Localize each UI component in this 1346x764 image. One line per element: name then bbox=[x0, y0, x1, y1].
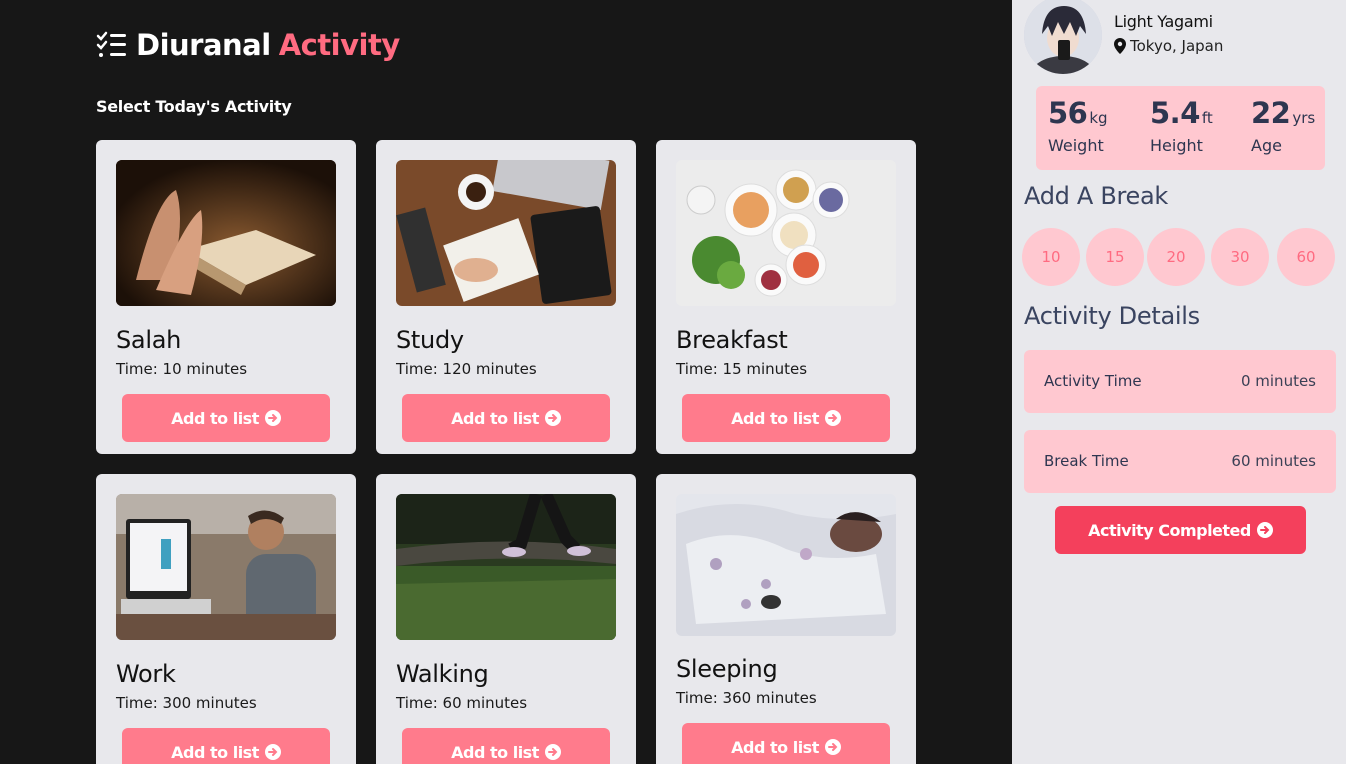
activity-image bbox=[676, 160, 896, 306]
activity-time: Time: 60 minutes bbox=[396, 694, 528, 712]
break-option-20[interactable]: 20 bbox=[1147, 228, 1205, 286]
stat-value: 56 bbox=[1048, 96, 1088, 130]
user-location: Tokyo, Japan bbox=[1114, 37, 1223, 55]
activity-completed-button[interactable]: Activity Completed bbox=[1055, 506, 1306, 554]
break-option-30[interactable]: 30 bbox=[1211, 228, 1269, 286]
activity-title: Work bbox=[116, 660, 176, 688]
activity-card-salah: Salah Time: 10 minutes Add to list bbox=[96, 140, 356, 454]
checklist-icon bbox=[96, 31, 126, 57]
add-to-list-button[interactable]: Add to list bbox=[122, 728, 330, 764]
activity-time-value: 0 minutes bbox=[1240, 372, 1316, 390]
section-subtitle: Select Today's Activity bbox=[96, 97, 292, 116]
brand-accent: Activity bbox=[278, 28, 401, 62]
activity-card-walking: Walking Time: 60 minutes Add to list bbox=[376, 474, 636, 764]
activity-time: Time: 300 minutes bbox=[116, 694, 257, 712]
stats-panel: 56 kg Weight 5.4 ft Height 22 yrs Age bbox=[1036, 86, 1325, 170]
add-button-label: Add to list bbox=[171, 742, 259, 762]
sidebar: Light Yagami Tokyo, Japan 56 kg Weight 5.… bbox=[1012, 0, 1346, 764]
break-option-60[interactable]: 60 bbox=[1277, 228, 1335, 286]
activity-card-work: Work Time: 300 minutes Add to list bbox=[96, 474, 356, 764]
user-name: Light Yagami bbox=[1114, 12, 1213, 31]
add-button-label: Add to list bbox=[171, 408, 259, 428]
activity-card-sleeping: Sleeping Time: 360 minutes Add to list bbox=[656, 474, 916, 764]
arrow-circle-right-icon bbox=[1256, 522, 1273, 538]
brand-logo: Diuranal Activity bbox=[96, 28, 400, 62]
add-button-label: Add to list bbox=[731, 737, 819, 757]
activity-time: Time: 360 minutes bbox=[676, 689, 817, 707]
add-to-list-button[interactable]: Add to list bbox=[122, 394, 330, 442]
activity-image bbox=[116, 160, 336, 306]
complete-button-label: Activity Completed bbox=[1088, 520, 1251, 540]
activity-title: Sleeping bbox=[676, 655, 778, 683]
activity-title: Salah bbox=[116, 326, 182, 354]
stat-unit: yrs bbox=[1292, 109, 1316, 127]
add-to-list-button[interactable]: Add to list bbox=[682, 723, 890, 764]
main-area: Diuranal Activity Select Today's Activit… bbox=[0, 0, 1012, 764]
arrow-circle-right-icon bbox=[544, 410, 561, 426]
stat-height: 5.4 ft Height bbox=[1150, 96, 1213, 155]
add-to-list-button[interactable]: Add to list bbox=[682, 394, 890, 442]
activity-image bbox=[396, 494, 616, 640]
activity-image bbox=[116, 494, 336, 640]
location-text: Tokyo, Japan bbox=[1130, 37, 1224, 55]
avatar bbox=[1024, 0, 1102, 74]
activity-image bbox=[396, 160, 616, 306]
activity-title: Walking bbox=[396, 660, 489, 688]
break-option-15[interactable]: 15 bbox=[1086, 228, 1144, 286]
break-section-title: Add A Break bbox=[1024, 182, 1169, 210]
arrow-circle-right-icon bbox=[264, 744, 281, 760]
add-to-list-button[interactable]: Add to list bbox=[402, 394, 610, 442]
activity-image bbox=[676, 494, 896, 636]
brand-name: Diuranal bbox=[136, 28, 271, 62]
stat-unit: kg bbox=[1089, 109, 1108, 127]
activity-time: Time: 120 minutes bbox=[396, 360, 537, 378]
map-pin-icon bbox=[1114, 38, 1126, 54]
arrow-circle-right-icon bbox=[824, 739, 841, 755]
stat-value: 22 bbox=[1251, 96, 1291, 130]
stat-weight: 56 kg Weight bbox=[1048, 96, 1108, 155]
activity-card-breakfast: Breakfast Time: 15 minutes Add to list bbox=[656, 140, 916, 454]
activity-time-label: Activity Time bbox=[1044, 372, 1142, 390]
stat-age: 22 yrs Age bbox=[1251, 96, 1316, 155]
break-time-row: Break Time 60 minutes bbox=[1024, 430, 1336, 493]
activity-title: Breakfast bbox=[676, 326, 788, 354]
add-button-label: Add to list bbox=[451, 408, 539, 428]
activity-time: Time: 15 minutes bbox=[676, 360, 808, 378]
add-to-list-button[interactable]: Add to list bbox=[402, 728, 610, 764]
arrow-circle-right-icon bbox=[264, 410, 281, 426]
arrow-circle-right-icon bbox=[824, 410, 841, 426]
arrow-circle-right-icon bbox=[544, 744, 561, 760]
stat-label: Height bbox=[1150, 136, 1203, 155]
stat-unit: ft bbox=[1201, 109, 1213, 127]
stat-value: 5.4 bbox=[1150, 96, 1200, 130]
add-button-label: Add to list bbox=[731, 408, 819, 428]
activity-time: Time: 10 minutes bbox=[116, 360, 248, 378]
activity-card-study: Study Time: 120 minutes Add to list bbox=[376, 140, 636, 454]
break-time-label: Break Time bbox=[1044, 452, 1129, 470]
activity-title: Study bbox=[396, 326, 464, 354]
break-time-value: 60 minutes bbox=[1231, 452, 1316, 470]
activity-time-row: Activity Time 0 minutes bbox=[1024, 350, 1336, 413]
break-option-10[interactable]: 10 bbox=[1022, 228, 1080, 286]
details-section-title: Activity Details bbox=[1024, 302, 1200, 330]
stat-label: Weight bbox=[1048, 136, 1104, 155]
add-button-label: Add to list bbox=[451, 742, 539, 762]
stat-label: Age bbox=[1251, 136, 1282, 155]
